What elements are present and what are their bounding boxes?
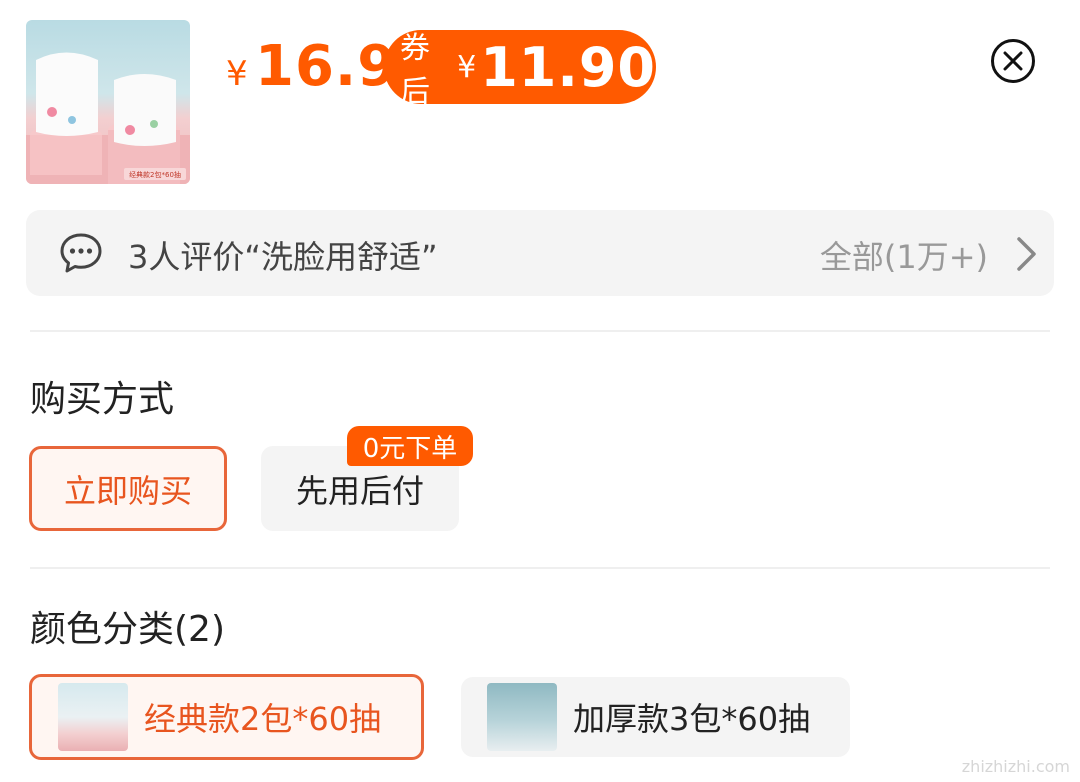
color-option-classic[interactable]: 经典款2包*60抽: [29, 674, 424, 760]
product-illustration: 经典款2包*60抽: [26, 52, 190, 184]
price-currency: ¥: [226, 54, 248, 94]
close-button[interactable]: [990, 38, 1036, 84]
review-summary-bar[interactable]: 3人评价“洗脸用舒适” 全部(1万+): [26, 210, 1054, 296]
image-caption: 经典款2包*60抽: [129, 170, 181, 179]
option-thumbnail: [487, 683, 557, 751]
section-divider: [30, 330, 1050, 332]
review-snippet: 3人评价“洗脸用舒适”: [128, 238, 438, 276]
purchase-method-title: 购买方式: [30, 379, 175, 420]
option-label: 加厚款3包*60抽: [573, 700, 811, 738]
review-all-link[interactable]: 全部(1万+): [820, 232, 988, 278]
coupon-label: 券后: [400, 31, 430, 110]
section-divider: [30, 567, 1050, 569]
color-option-thick[interactable]: 加厚款3包*60抽: [461, 677, 850, 757]
price: 16.9: [255, 34, 398, 99]
option-thumbnail: [58, 683, 128, 751]
color-category-title: 颜色分类(2): [30, 609, 225, 650]
chat-bubble-icon: [60, 233, 102, 273]
coupon-price-badge: 券后 ¥ 11.90: [384, 30, 656, 110]
zero-down-badge: 0元下单: [347, 426, 473, 466]
option-buy-now[interactable]: 立即购买: [29, 446, 227, 531]
coupon-price: 11.90: [480, 35, 656, 99]
chevron-right-icon: [1017, 237, 1036, 271]
coupon-currency: ¥: [457, 49, 477, 85]
product-image: 经典款2包*60抽: [26, 20, 190, 184]
option-label: 经典款2包*60抽: [144, 700, 382, 738]
close-circle-icon: [991, 39, 1035, 83]
watermark: zhizhizhi.com: [961, 757, 1070, 776]
option-label: 立即购买: [63, 471, 192, 510]
option-label: 先用后付: [295, 471, 424, 510]
